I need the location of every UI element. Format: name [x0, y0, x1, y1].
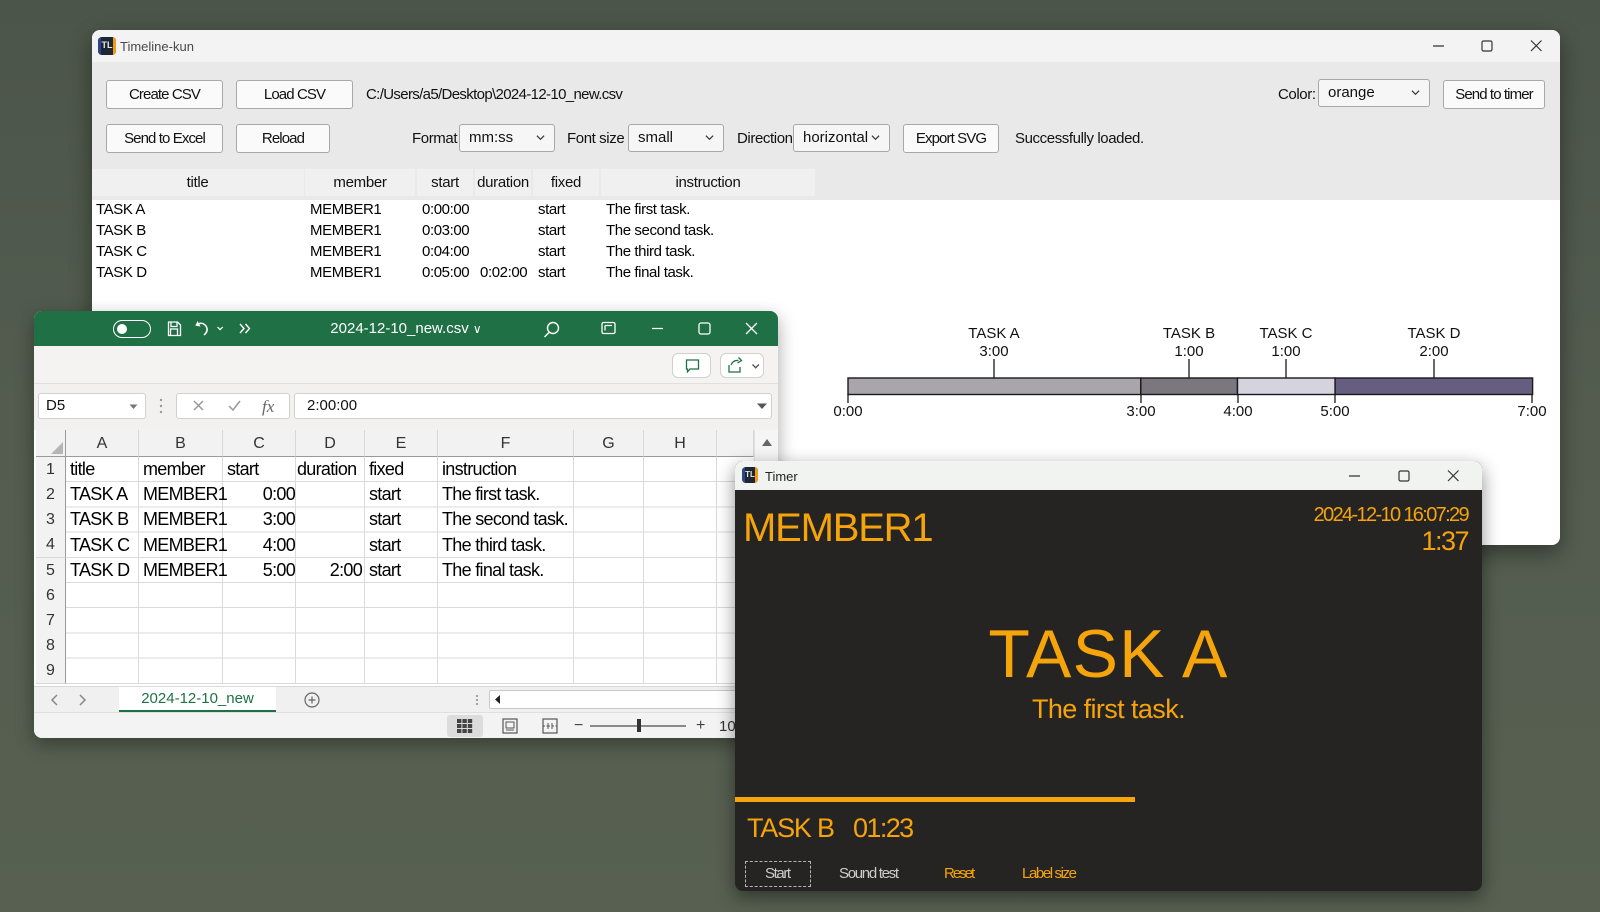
- svg-text:4:00: 4:00: [1223, 403, 1252, 420]
- svg-text:2:00: 2:00: [1419, 343, 1448, 360]
- svg-text:5:00: 5:00: [1320, 403, 1349, 420]
- svg-text:1:00: 1:00: [1271, 343, 1300, 360]
- svg-text:1:00: 1:00: [1174, 343, 1203, 360]
- svg-text:3:00: 3:00: [1126, 403, 1155, 420]
- svg-text:TASK D: TASK D: [1407, 325, 1460, 342]
- svg-text:TASK C: TASK C: [1259, 325, 1312, 342]
- svg-text:7:00: 7:00: [1517, 403, 1546, 420]
- svg-text:fx: fx: [262, 397, 275, 416]
- svg-text:TASK A: TASK A: [968, 325, 1019, 342]
- svg-text:0:00: 0:00: [833, 403, 862, 420]
- svg-text:3:00: 3:00: [979, 343, 1008, 360]
- svg-text:TASK B: TASK B: [1163, 325, 1215, 342]
